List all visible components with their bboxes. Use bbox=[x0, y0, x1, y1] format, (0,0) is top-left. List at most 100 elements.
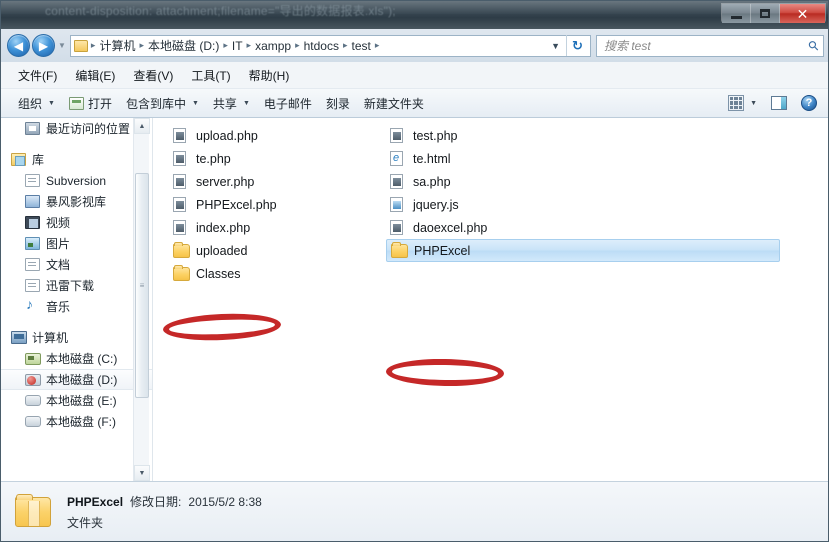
list-item[interactable]: daoexcel.php bbox=[386, 216, 806, 239]
sidebar-item-drive-d[interactable]: 本地磁盘 (D:) bbox=[1, 369, 152, 390]
breadcrumb-item-4[interactable]: htdocs bbox=[301, 38, 342, 54]
list-item[interactable]: uploaded bbox=[169, 239, 384, 262]
list-item[interactable]: PHPExcel.php bbox=[169, 193, 384, 216]
menu-item-file[interactable]: 文件(F) bbox=[9, 64, 66, 87]
history-dropdown-button[interactable]: ▼ bbox=[58, 41, 66, 50]
close-icon: ✕ bbox=[796, 5, 809, 22]
sidebar-item-subversion[interactable]: Subversion bbox=[1, 170, 152, 191]
menu-item-view[interactable]: 查看(V) bbox=[124, 64, 182, 87]
sidebar-scrollbar[interactable]: ▲ ≡ ▼ bbox=[133, 118, 150, 481]
chevron-down-icon: ▼ bbox=[48, 99, 55, 107]
maximize-button[interactable] bbox=[751, 4, 780, 23]
js-file-icon bbox=[390, 197, 408, 212]
breadcrumb-item-5[interactable]: test bbox=[349, 38, 374, 54]
modified-date-value: 2015/5/2 8:38 bbox=[188, 494, 262, 509]
list-item[interactable]: jquery.js bbox=[386, 193, 806, 216]
menu-item-help[interactable]: 帮助(H) bbox=[240, 64, 299, 87]
menu-item-edit[interactable]: 编辑(E) bbox=[66, 64, 124, 87]
file-name: Classes bbox=[196, 266, 241, 281]
file-name: server.php bbox=[196, 174, 255, 189]
back-button[interactable]: ◀ bbox=[7, 34, 30, 57]
sidebar-item-baofeng-video[interactable]: 暴风影视库 bbox=[1, 191, 152, 212]
file-list[interactable]: upload.php te.php server.php PHPExcel.ph… bbox=[154, 118, 828, 481]
include-in-library-button[interactable]: 包含到库中 ▼ bbox=[119, 92, 206, 115]
drive-icon bbox=[25, 416, 42, 427]
navigation-pane: 最近访问的位置 库 Subversion 暴风影视库 视频 图片 文档 迅雷下载… bbox=[1, 118, 153, 481]
title-bar[interactable]: content-disposition: attachment;filename… bbox=[1, 1, 828, 29]
scrollbar-thumb[interactable]: ≡ bbox=[135, 173, 149, 398]
details-pane: PHPExcel 修改日期: 2015/5/2 8:38 文件夹 bbox=[1, 481, 828, 541]
sidebar-item-label: 迅雷下载 bbox=[46, 279, 95, 293]
recent-places-icon bbox=[25, 122, 42, 135]
preview-pane-button[interactable] bbox=[764, 93, 794, 113]
breadcrumb-item-3[interactable]: xampp bbox=[252, 38, 294, 54]
scroll-down-button[interactable]: ▼ bbox=[134, 465, 150, 481]
sidebar-item-music[interactable]: 音乐 bbox=[1, 296, 152, 317]
php-file-icon bbox=[390, 128, 408, 143]
list-item[interactable]: te.html bbox=[386, 147, 806, 170]
music-icon bbox=[25, 296, 42, 313]
email-button[interactable]: 电子邮件 bbox=[257, 92, 319, 115]
list-item[interactable]: sa.php bbox=[386, 170, 806, 193]
folder-icon bbox=[391, 241, 409, 258]
php-file-icon bbox=[173, 220, 191, 235]
help-icon: ? bbox=[801, 95, 817, 111]
open-button[interactable]: 打开 bbox=[62, 92, 119, 115]
document-icon bbox=[25, 258, 42, 271]
breadcrumb[interactable]: ▸ 计算机 ▸ 本地磁盘 (D:) ▸ IT ▸ xampp ▸ htdocs … bbox=[69, 34, 591, 57]
list-item[interactable]: Classes bbox=[169, 262, 384, 285]
organize-button[interactable]: 组织 ▼ bbox=[11, 92, 62, 115]
sidebar-item-thunder-downloads[interactable]: 迅雷下载 bbox=[1, 275, 152, 296]
php-file-icon bbox=[173, 197, 191, 212]
breadcrumb-item-2[interactable]: IT bbox=[229, 38, 246, 54]
scroll-up-button[interactable]: ▲ bbox=[134, 118, 150, 134]
sidebar-item-videos[interactable]: 视频 bbox=[1, 212, 152, 233]
breadcrumb-item-1[interactable]: 本地磁盘 (D:) bbox=[145, 36, 222, 55]
change-view-button[interactable]: ▼ bbox=[721, 92, 764, 114]
computer-icon bbox=[11, 331, 28, 344]
file-list-column-1: upload.php te.php server.php PHPExcel.ph… bbox=[169, 124, 384, 285]
modified-date-label: 修改日期: bbox=[130, 494, 182, 509]
sidebar-item-label: Subversion bbox=[46, 173, 107, 188]
minimize-button[interactable] bbox=[722, 4, 751, 23]
list-item[interactable]: upload.php bbox=[169, 124, 384, 147]
file-name: sa.php bbox=[413, 174, 451, 189]
list-item[interactable]: test.php bbox=[386, 124, 806, 147]
share-button[interactable]: 共享 ▼ bbox=[206, 92, 257, 115]
chevron-down-icon: ▼ bbox=[191, 99, 199, 107]
sidebar-item-label: 本地磁盘 (C:) bbox=[46, 352, 118, 366]
burn-button[interactable]: 刻录 bbox=[319, 92, 357, 115]
sidebar-item-drive-c[interactable]: 本地磁盘 (C:) bbox=[1, 348, 152, 369]
search-input[interactable]: 搜索 test ⚲ bbox=[596, 34, 824, 57]
sidebar-item-recent-places[interactable]: 最近访问的位置 bbox=[1, 118, 152, 139]
video-library-icon bbox=[25, 195, 42, 208]
sidebar-item-drive-e[interactable]: 本地磁盘 (E:) bbox=[1, 390, 152, 411]
menu-item-tools[interactable]: 工具(T) bbox=[182, 64, 239, 87]
sidebar-item-drive-f[interactable]: 本地磁盘 (F:) bbox=[1, 411, 152, 432]
sidebar-item-computer[interactable]: 计算机 bbox=[1, 327, 152, 348]
new-folder-button[interactable]: 新建文件夹 bbox=[357, 92, 431, 115]
folder-icon bbox=[73, 39, 88, 52]
explorer-window: content-disposition: attachment;filename… bbox=[0, 0, 829, 542]
list-item[interactable]: te.php bbox=[169, 147, 384, 170]
sidebar-item-documents[interactable]: 文档 bbox=[1, 254, 152, 275]
breadcrumb-item-0[interactable]: 计算机 bbox=[96, 36, 138, 55]
sidebar-item-pictures[interactable]: 图片 bbox=[1, 233, 152, 254]
sidebar-item-label: 音乐 bbox=[46, 300, 71, 314]
content-area: 最近访问的位置 库 Subversion 暴风影视库 视频 图片 文档 迅雷下载… bbox=[1, 118, 828, 481]
list-item-selected[interactable]: PHPExcel bbox=[386, 239, 780, 262]
list-item[interactable]: index.php bbox=[169, 216, 384, 239]
sidebar-item-libraries[interactable]: 库 bbox=[1, 149, 152, 170]
sidebar-item-label: 本地磁盘 (E:) bbox=[46, 394, 117, 408]
sidebar-item-label: 库 bbox=[32, 153, 45, 167]
list-item[interactable]: server.php bbox=[169, 170, 384, 193]
refresh-button[interactable]: ↻ bbox=[566, 35, 588, 56]
drive-icon bbox=[25, 395, 42, 406]
file-list-column-2: test.php te.html sa.php jquery.js daoexc… bbox=[386, 124, 806, 262]
address-bar: ◀ ▶ ▼ ▸ 计算机 ▸ 本地磁盘 (D:) ▸ IT ▸ xampp ▸ h… bbox=[1, 29, 828, 62]
help-button[interactable]: ? bbox=[794, 92, 824, 114]
forward-button[interactable]: ▶ bbox=[32, 34, 55, 57]
path-dropdown-button[interactable]: ▼ bbox=[545, 41, 566, 51]
close-button[interactable]: ✕ bbox=[780, 4, 825, 23]
